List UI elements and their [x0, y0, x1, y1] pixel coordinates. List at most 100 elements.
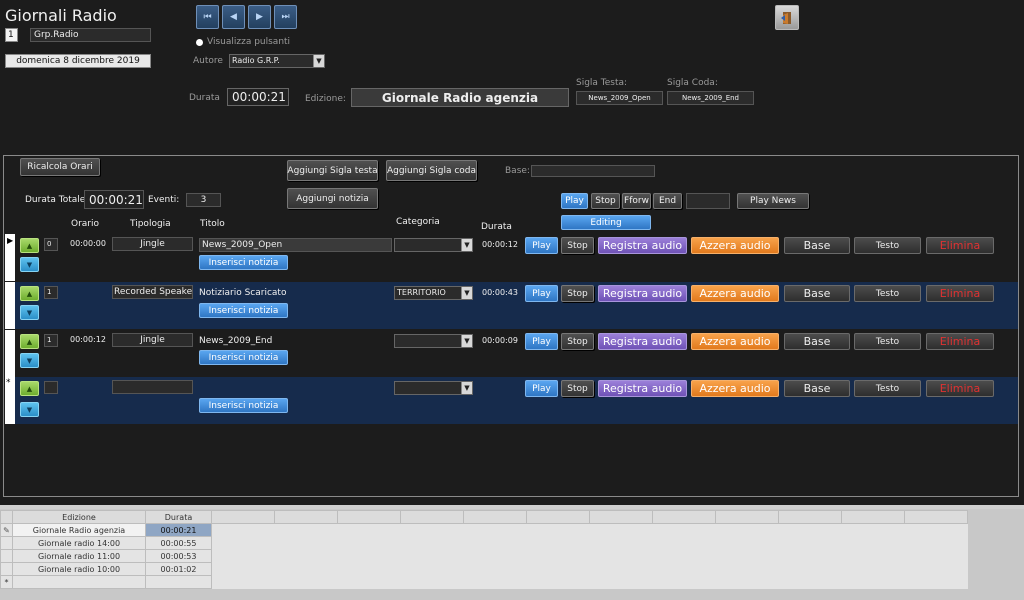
arrow-down-icon: ▼	[26, 356, 33, 365]
move-up-button[interactable]: ▲	[20, 286, 39, 301]
ds-header-durata[interactable]: Durata	[145, 510, 212, 524]
chevron-down-icon: ▼	[313, 55, 324, 67]
head-jingle-field[interactable]: News_2009_Open	[576, 91, 663, 105]
row-titolo[interactable]: Notiziario Scaricato	[199, 288, 392, 298]
move-down-button[interactable]: ▼	[20, 305, 39, 320]
row-orario: 00:00:00	[70, 239, 106, 248]
base-button[interactable]: Base	[784, 237, 850, 254]
base-button[interactable]: Base	[784, 333, 850, 350]
reset-audio-button[interactable]: Azzera audio	[691, 380, 779, 397]
ds-cell-edizione[interactable]: Giornale radio 14:00	[12, 536, 146, 550]
move-down-button[interactable]: ▼	[20, 353, 39, 368]
author-select[interactable]: Radio G.R.P. ▼	[229, 54, 325, 68]
row-stop-button[interactable]: Stop	[561, 333, 594, 350]
exit-door-icon	[781, 11, 791, 24]
position-field	[686, 193, 730, 209]
ds-cell-durata[interactable]: 00:00:21	[145, 523, 212, 537]
delete-button[interactable]: Elimina	[926, 237, 994, 254]
move-up-button[interactable]: ▲	[20, 238, 39, 253]
text-button[interactable]: Testo	[854, 333, 921, 350]
text-button[interactable]: Testo	[854, 285, 921, 302]
delete-button[interactable]: Elimina	[926, 380, 994, 397]
row-play-button[interactable]: Play	[525, 237, 558, 254]
record-audio-button[interactable]: Registra audio	[598, 380, 687, 397]
text-button[interactable]: Testo	[854, 380, 921, 397]
global-fforw-button[interactable]: Fforw	[622, 193, 651, 209]
row-titolo[interactable]: News_2009_End	[199, 336, 392, 346]
record-audio-button[interactable]: Registra audio	[598, 333, 687, 350]
add-news-button[interactable]: Aggiungi notizia	[287, 188, 378, 209]
record-id-field[interactable]: 1	[5, 28, 18, 42]
edition-field[interactable]: Giornale Radio agenzia	[351, 88, 569, 107]
radio-icon	[196, 38, 203, 46]
events-count-field: 3	[186, 193, 221, 207]
insert-news-button[interactable]: Inserisci notizia	[199, 303, 288, 318]
record-selector[interactable]	[5, 282, 15, 329]
row-play-button[interactable]: Play	[525, 333, 558, 350]
base-label: Base:	[505, 166, 530, 176]
row-categoria-select[interactable]: TERRITORIO ▼	[394, 286, 473, 300]
row-categoria-select[interactable]: ▼	[394, 381, 473, 395]
insert-news-button[interactable]: Inserisci notizia	[199, 255, 288, 270]
delete-button[interactable]: Elimina	[926, 285, 994, 302]
row-stop-button[interactable]: Stop	[561, 380, 594, 397]
base-field[interactable]	[531, 165, 655, 177]
record-selector[interactable]	[5, 330, 15, 377]
ds-cell-durata[interactable]: 00:01:02	[145, 562, 212, 576]
last-record-button[interactable]: ⏭	[274, 5, 297, 29]
row-number: 1	[44, 334, 58, 347]
ds-header-edizione[interactable]: Edizione	[12, 510, 146, 524]
move-down-button[interactable]: ▼	[20, 257, 39, 272]
row-stop-button[interactable]: Stop	[561, 237, 594, 254]
row-categoria-select[interactable]: ▼	[394, 238, 473, 252]
previous-record-button[interactable]: ◀	[222, 5, 245, 29]
tail-jingle-field[interactable]: News_2009_End	[667, 91, 754, 105]
ds-cell-edizione[interactable]: Giornale radio 10:00	[12, 562, 146, 576]
text-button[interactable]: Testo	[854, 237, 921, 254]
record-audio-button[interactable]: Registra audio	[598, 285, 687, 302]
row-titolo[interactable]: News_2009_Open	[199, 238, 392, 252]
previous-record-icon: ◀	[230, 12, 237, 22]
show-buttons-option[interactable]: Visualizza pulsanti	[196, 37, 290, 47]
move-up-button[interactable]: ▲	[20, 381, 39, 396]
base-button[interactable]: Base	[784, 285, 850, 302]
exit-button[interactable]	[775, 5, 799, 30]
global-play-button[interactable]: Play	[561, 193, 588, 209]
play-news-button[interactable]: Play News	[737, 193, 809, 209]
first-record-button[interactable]: ⏮	[196, 5, 219, 29]
record-audio-button[interactable]: Registra audio	[598, 237, 687, 254]
ds-cell-edizione[interactable]: Giornale radio 11:00	[12, 549, 146, 563]
move-up-button[interactable]: ▲	[20, 334, 39, 349]
ds-cell-durata[interactable]: 00:00:55	[145, 536, 212, 550]
reset-audio-button[interactable]: Azzera audio	[691, 285, 779, 302]
insert-news-button[interactable]: Inserisci notizia	[199, 350, 288, 365]
reset-audio-button[interactable]: Azzera audio	[691, 237, 779, 254]
add-head-jingle-button[interactable]: Aggiungi Sigla testa	[287, 160, 378, 181]
record-selector[interactable]: *	[5, 377, 15, 424]
row-categoria-select[interactable]: ▼	[394, 334, 473, 348]
base-button[interactable]: Base	[784, 380, 850, 397]
record-selector[interactable]: ▶	[5, 234, 15, 281]
column-header-orario: Orario	[71, 219, 100, 229]
global-end-button[interactable]: End	[653, 193, 682, 209]
move-down-button[interactable]: ▼	[20, 402, 39, 417]
column-header-durata: Durata	[481, 222, 512, 232]
add-tail-jingle-button[interactable]: Aggiungi Sigla coda	[386, 160, 477, 181]
last-record-icon: ⏭	[281, 12, 290, 22]
ds-cell-durata[interactable]: 00:00:53	[145, 549, 212, 563]
editing-button[interactable]: Editing	[561, 215, 651, 230]
row-play-button[interactable]: Play	[525, 285, 558, 302]
column-header-tipologia: Tipologia	[130, 219, 171, 229]
row-play-button[interactable]: Play	[525, 380, 558, 397]
recalc-times-button[interactable]: Ricalcola Orari	[20, 158, 100, 176]
insert-news-button[interactable]: Inserisci notizia	[199, 398, 288, 413]
total-duration-field: 00:00:21	[84, 190, 144, 209]
ds-cell-edizione[interactable]: Giornale Radio agenzia	[12, 523, 146, 537]
group-field[interactable]: Grp.Radio	[30, 28, 151, 42]
row-stop-button[interactable]: Stop	[561, 285, 594, 302]
next-record-button[interactable]: ▶	[248, 5, 271, 29]
reset-audio-button[interactable]: Azzera audio	[691, 333, 779, 350]
arrow-down-icon: ▼	[26, 260, 33, 269]
delete-button[interactable]: Elimina	[926, 333, 994, 350]
global-stop-button[interactable]: Stop	[591, 193, 620, 209]
